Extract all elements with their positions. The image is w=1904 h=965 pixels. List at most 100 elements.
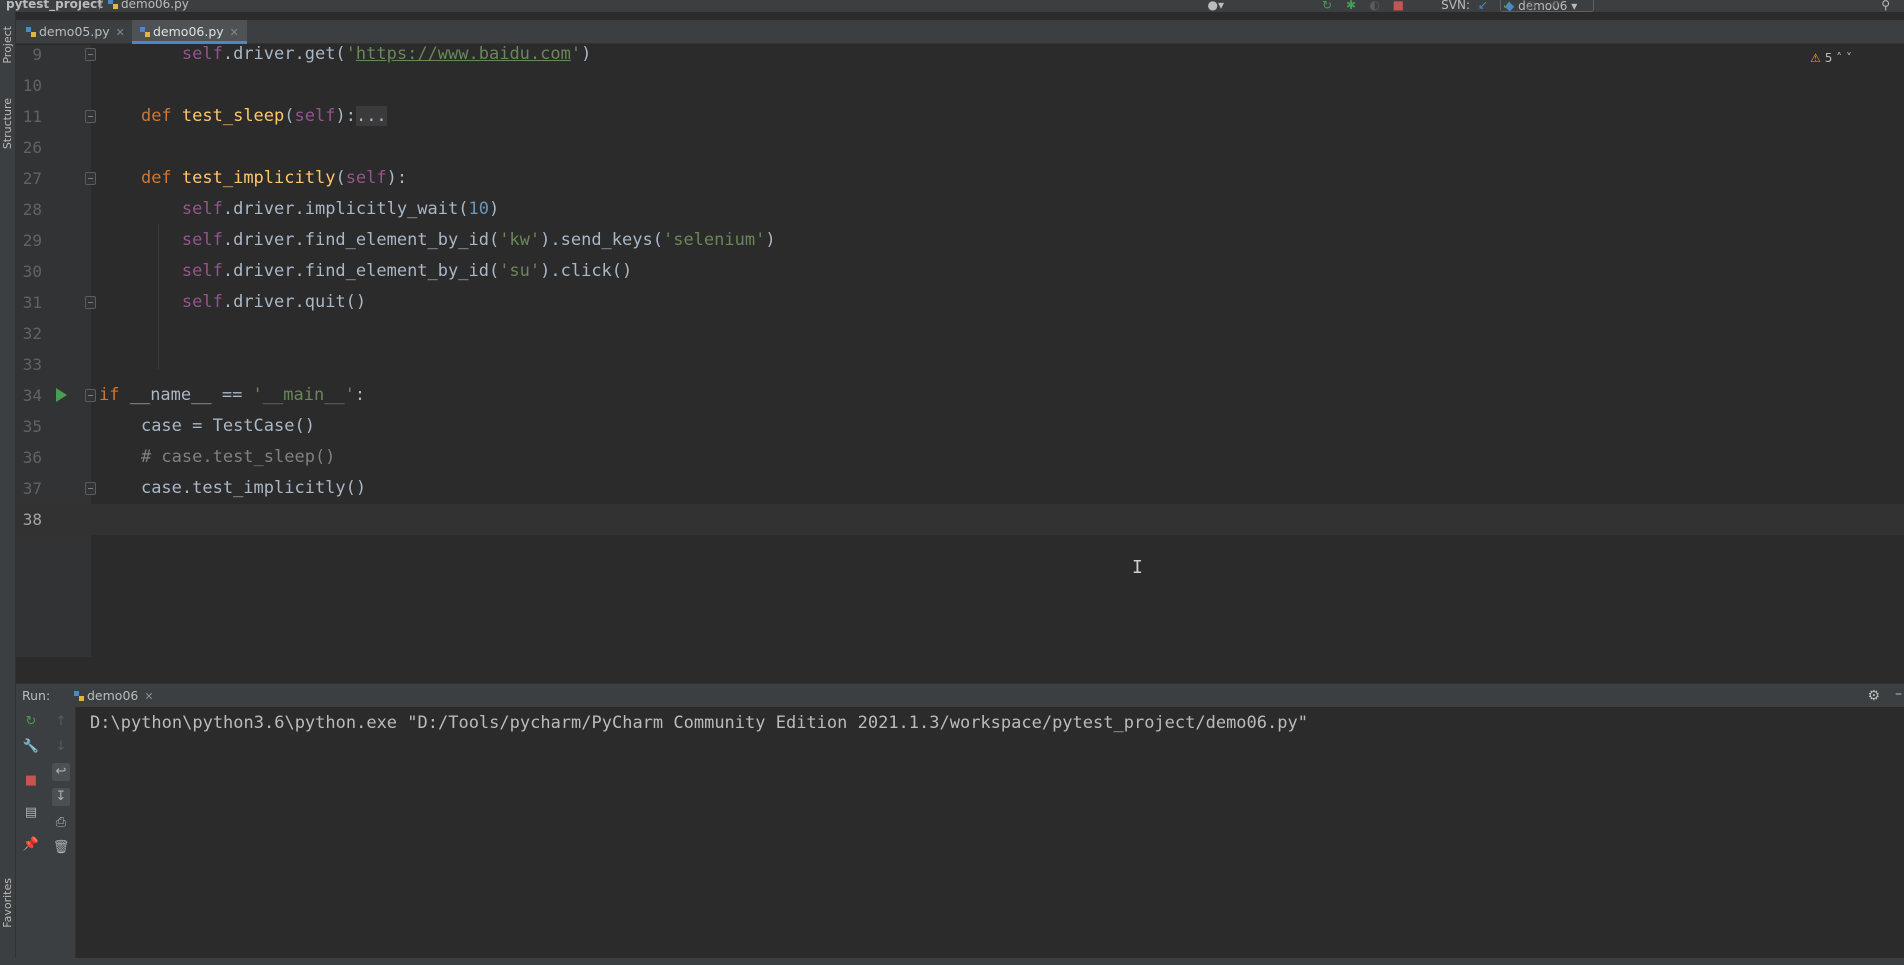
code-text: if __name__ == '__main__': (99, 385, 366, 405)
debug-icon[interactable]: ✱ (1346, 0, 1356, 12)
python-file-icon (26, 27, 36, 37)
svn-commit-icon[interactable]: ✓ (1502, 0, 1512, 12)
minimize-icon[interactable]: – (1895, 686, 1902, 702)
line-number: 30 (22, 262, 42, 281)
run-panel-header: Run: demo06 ✕ ⚙ – (16, 683, 1904, 707)
python-file-icon (108, 0, 118, 9)
line-number: 28 (22, 200, 42, 219)
gear-icon[interactable]: ⚙ (1867, 688, 1880, 704)
line-number: 33 (22, 355, 42, 374)
svn-update-icon[interactable]: ↙ (1478, 0, 1488, 12)
line-number: 11 (22, 107, 42, 126)
close-icon[interactable]: ✕ (230, 26, 239, 39)
code-text: case = TestCase() (140, 416, 315, 436)
fold-marker-icon[interactable] (85, 110, 96, 123)
code-line: 28 self.driver.implicitly_wait(10) (16, 194, 1904, 225)
run-icon[interactable] (56, 388, 67, 402)
status-bar (0, 958, 1904, 965)
code-line: 34 if __name__ == '__main__': (16, 380, 1904, 411)
code-line: 37 case.test_implicitly() (16, 473, 1904, 504)
line-number: 29 (22, 231, 42, 250)
code-text: self.driver.find_element_by_id('su').cli… (181, 261, 633, 281)
favorites-tool-button[interactable]: Favorites (1, 878, 14, 928)
python-file-icon (140, 27, 150, 37)
folded-region[interactable]: ... (355, 106, 387, 126)
fold-marker-icon[interactable] (85, 296, 96, 309)
python-file-icon (74, 691, 84, 701)
search-icon[interactable]: ⚲ (1881, 0, 1890, 12)
run-console[interactable]: D:\python\python3.6\python.exe "D:/Tools… (76, 707, 1904, 958)
close-icon[interactable]: ✕ (144, 690, 153, 703)
navigation-bar: pytest_project / demo06.py ●▾ ◆ demo06 ▾… (0, 0, 1904, 12)
stop-icon[interactable]: ■ (22, 772, 40, 790)
line-number: 34 (22, 386, 42, 405)
up-arrow-icon[interactable]: ↑ (52, 713, 70, 731)
code-line: 31 self.driver.quit() (16, 287, 1904, 318)
code-text: def test_sleep(self):... (140, 106, 387, 126)
close-icon[interactable]: ✕ (116, 26, 125, 39)
line-number: 9 (32, 45, 42, 64)
current-code-line: 38 (16, 504, 1904, 535)
rerun-icon[interactable]: ↻ (22, 713, 40, 731)
code-text: def test_implicitly(self): (140, 168, 408, 188)
line-number: 26 (22, 138, 42, 157)
coverage-icon[interactable]: ◐ (1370, 0, 1380, 12)
run-tab-demo06[interactable]: demo06 ✕ (66, 684, 162, 708)
code-line: 30 self.driver.find_element_by_id('su').… (16, 256, 1904, 287)
scroll-to-end-icon[interactable]: ↧ (52, 788, 70, 806)
code-line: 36 # case.test_sleep() (16, 442, 1904, 473)
run-toolbar-left: ↻ 🔧 ■ ▤ 📌 (16, 707, 46, 958)
run-config-selector[interactable]: ◆ demo06 ▾ (1500, 0, 1594, 12)
code-line: 27 def test_implicitly(self): (16, 163, 1904, 194)
svn-label: SVN: (1441, 0, 1470, 12)
run-toolbar-right: ↑ ↓ ↩ ↧ ⎙ 🗑 (46, 707, 76, 958)
layout-icon[interactable]: ▤ (22, 804, 40, 822)
line-number: 31 (22, 293, 42, 312)
breadcrumb-project[interactable]: pytest_project (6, 0, 103, 11)
wrench-icon[interactable]: 🔧 (22, 738, 40, 756)
down-arrow-icon[interactable]: ↓ (52, 738, 70, 756)
mouse-text-cursor-icon: I (1132, 557, 1143, 578)
fold-marker-icon[interactable] (85, 172, 96, 185)
line-number: 35 (22, 417, 42, 436)
code-line: 9 self.driver.get('https://www.baidu.com… (16, 39, 1904, 70)
user-icon[interactable]: ●▾ (1208, 0, 1225, 12)
soft-wrap-icon[interactable]: ↩ (52, 763, 70, 781)
code-line: 32 (16, 318, 1904, 349)
breadcrumb-file[interactable]: demo06.py (108, 0, 189, 11)
line-number: 37 (22, 479, 42, 498)
fold-marker-icon[interactable] (85, 389, 96, 402)
run-panel-label: Run: (22, 688, 51, 703)
pin-icon[interactable]: 📌 (22, 836, 40, 854)
code-line: 26 (16, 132, 1904, 163)
stop-icon[interactable]: ■ (1393, 0, 1404, 12)
code-text: # case.test_sleep() (140, 447, 336, 467)
tab-label: demo05.py (39, 24, 110, 39)
line-number: 38 (22, 510, 42, 529)
structure-tool-button[interactable]: Structure (1, 98, 14, 149)
rerun-icon[interactable]: ↻ (1322, 0, 1332, 12)
breadcrumb-separator: / (99, 0, 104, 11)
left-tool-strip: Project Structure Favorites (0, 12, 16, 965)
code-line: 29 self.driver.find_element_by_id('kw').… (16, 225, 1904, 256)
run-tab-label: demo06 (87, 688, 139, 703)
code-text: self.driver.find_element_by_id('kw').sen… (181, 230, 776, 250)
fold-marker-icon[interactable] (85, 48, 96, 61)
code-line: 33 (16, 349, 1904, 380)
print-icon[interactable]: ⎙ (52, 814, 70, 832)
code-editor[interactable]: ⚠ 5 ˄ ˅ 9 self.driver.get('https://www.b… (16, 44, 1904, 657)
code-text: self.driver.implicitly_wait(10) (181, 199, 500, 219)
line-number: 27 (22, 169, 42, 188)
code-text: self.driver.quit() (181, 292, 367, 312)
fold-marker-icon[interactable] (85, 482, 96, 495)
line-number: 36 (22, 448, 42, 467)
history-icon[interactable]: ◷ (1526, 0, 1536, 12)
console-output-line: D:\python\python3.6\python.exe "D:/Tools… (90, 713, 1308, 733)
line-number: 32 (22, 324, 42, 343)
code-line: 11 def test_sleep(self):... (16, 101, 1904, 132)
tab-label: demo06.py (153, 24, 224, 39)
rollback-icon[interactable]: ↶ (1550, 0, 1560, 12)
project-tool-button[interactable]: Project (1, 26, 14, 64)
trash-icon[interactable]: 🗑 (52, 839, 70, 857)
code-line: 10 (16, 70, 1904, 101)
